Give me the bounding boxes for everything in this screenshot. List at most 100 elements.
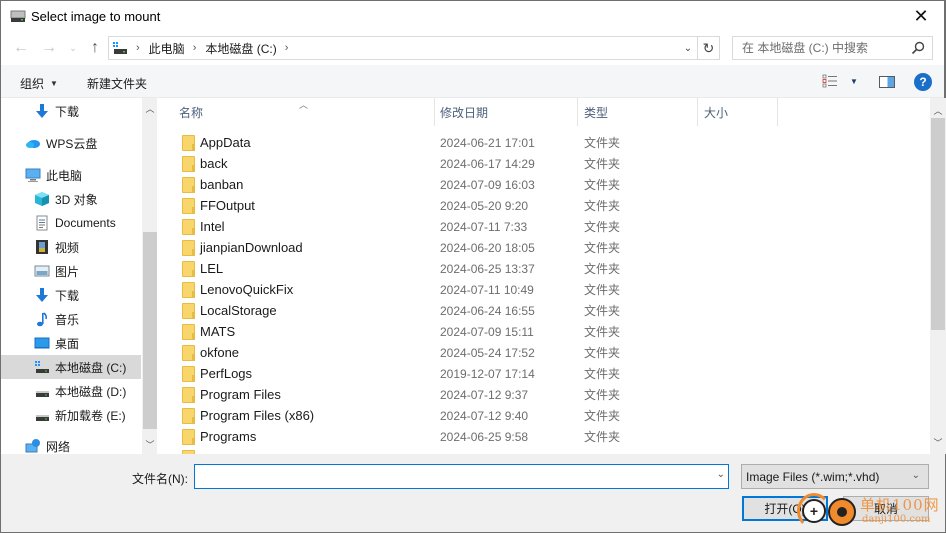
preview-pane-button[interactable] (879, 76, 895, 88)
close-button[interactable]: ✕ (898, 1, 944, 32)
column-divider[interactable] (434, 98, 435, 126)
new-folder-button[interactable]: 新建文件夹 (87, 75, 147, 92)
cancel-button[interactable]: 取消 (843, 496, 929, 521)
file-row[interactable]: PerfLogs 2019-12-07 17:14 文件夹 (161, 363, 931, 384)
sidebar-item[interactable]: 音乐 (1, 307, 141, 331)
drive-icon (34, 407, 50, 423)
sidebar-item[interactable]: 本地磁盘 (D:) (1, 379, 141, 403)
sidebar-item[interactable]: 3D 对象 (1, 187, 141, 211)
file-row[interactable]: okfone 2024-05-24 17:52 文件夹 (161, 342, 931, 363)
sidebar-item[interactable]: 桌面 (1, 331, 141, 355)
folder-icon (182, 408, 195, 424)
sidebar-item[interactable]: 新加载卷 (E:) (1, 403, 141, 427)
navigation-bar: ← → ⌄ ↑ › 此电脑 › 本地磁盘 (C:) › ⌄ ↻ (1, 32, 944, 65)
column-header-name[interactable]: 名称 (179, 98, 433, 126)
scrollbar-thumb[interactable] (931, 118, 945, 330)
column-header-type[interactable]: 类型 (584, 98, 697, 126)
address-bar[interactable]: › 此电脑 › 本地磁盘 (C:) › ⌄ (108, 36, 698, 60)
organize-menu-button[interactable]: 组织 ▼ (20, 75, 58, 92)
help-button[interactable]: ? (914, 73, 932, 91)
file-name: back (200, 156, 228, 171)
system-drive-icon (113, 42, 127, 54)
column-divider[interactable] (577, 98, 578, 126)
sidebar-item[interactable]: WPS云盘 (1, 131, 141, 155)
file-row[interactable]: FFOutput 2024-05-20 9:20 文件夹 (161, 195, 931, 216)
search-box[interactable] (732, 36, 933, 60)
file-type: 文件夹 (584, 178, 621, 192)
sidebar-item[interactable]: 视频 (1, 235, 141, 259)
sidebar-item[interactable]: 本地磁盘 (C:) (1, 355, 141, 379)
open-button[interactable]: 打开(O) (742, 496, 828, 521)
recent-locations-button[interactable]: ⌄ (67, 38, 79, 58)
sidebar-item[interactable]: 网络 (1, 434, 141, 454)
column-header-size[interactable]: 大小 (704, 98, 777, 126)
sidebar-item[interactable]: 下载 (1, 283, 141, 307)
sidebar-item[interactable]: 此电脑 (1, 163, 141, 187)
organize-label: 组织 (20, 77, 45, 91)
file-date: 2024-06-20 18:05 (440, 240, 535, 255)
chevron-down-icon[interactable]: ⌄ (717, 469, 725, 480)
file-type-filter-value: Image Files (*.wim;*.vhd) (746, 469, 880, 484)
file-type-filter-select[interactable]: Image Files (*.wim;*.vhd) ⌄ (741, 464, 929, 489)
file-row[interactable]: Program Files 2024-07-12 9:37 文件夹 (161, 384, 931, 405)
file-date: 2024-05-24 17:52 (440, 345, 535, 360)
folder-icon (182, 177, 195, 193)
breadcrumb-separator-icon[interactable]: › (193, 42, 197, 54)
sidebar-item[interactable]: 图片 (1, 259, 141, 283)
column-divider[interactable] (697, 98, 698, 126)
file-row[interactable]: banban 2024-07-09 16:03 文件夹 (161, 174, 931, 195)
column-header-size-label: 大小 (704, 105, 729, 120)
scrollbar-thumb[interactable] (143, 232, 157, 429)
file-open-dialog: Select image to mount ✕ ← → ⌄ ↑ › 此电脑 › … (0, 0, 946, 533)
file-row[interactable]: LEL 2024-06-25 13:37 文件夹 (161, 258, 931, 279)
file-row[interactable]: Program Files (x86) 2024-07-12 9:40 文件夹 (161, 405, 931, 426)
file-list-scrollbar[interactable]: ︿ ﹀ (930, 98, 946, 454)
scroll-up-icon[interactable]: ︿ (930, 102, 946, 118)
sidebar-item[interactable]: Documents (1, 211, 141, 235)
file-name: LEL (200, 261, 224, 276)
file-row[interactable]: MATS 2024-07-09 15:11 文件夹 (161, 321, 931, 342)
sidebar-item-label: 本地磁盘 (D:) (55, 384, 127, 399)
folder-icon (182, 303, 195, 319)
column-header-date[interactable]: 修改日期 (440, 98, 578, 126)
chevron-down-icon: ⌄ (683, 42, 693, 54)
sidebar-item-label: 图片 (55, 264, 80, 279)
refresh-button[interactable]: ↻ (698, 36, 720, 60)
address-history-dropdown[interactable]: ⌄ (679, 37, 697, 59)
column-divider[interactable] (777, 98, 778, 126)
breadcrumb-separator-icon[interactable]: › (136, 42, 140, 54)
file-row[interactable]: back 2024-06-17 14:29 文件夹 (161, 153, 931, 174)
back-button[interactable]: ← (11, 38, 31, 58)
up-button[interactable]: ↑ (86, 38, 104, 58)
column-header-date-label: 修改日期 (440, 105, 489, 120)
change-view-button[interactable]: ▼ (822, 74, 858, 88)
file-row-partial[interactable] (161, 447, 931, 454)
file-type: 文件夹 (584, 325, 621, 339)
forward-button[interactable]: → (39, 38, 59, 58)
caret-down-icon[interactable]: ▼ (850, 77, 858, 86)
search-input[interactable] (733, 41, 903, 55)
file-row[interactable]: AppData 2024-06-21 17:01 文件夹 (161, 132, 931, 153)
navigation-pane-scrollbar[interactable]: ︿ ﹀ (142, 98, 157, 454)
file-row[interactable]: LenovoQuickFix 2024-07-11 10:49 文件夹 (161, 279, 931, 300)
file-row[interactable]: Programs 2024-06-25 9:58 文件夹 (161, 426, 931, 447)
scroll-up-icon[interactable]: ︿ (142, 100, 157, 116)
breadcrumb-separator-icon[interactable]: › (285, 42, 289, 54)
scroll-down-icon[interactable]: ﹀ (930, 434, 946, 450)
file-row[interactable]: Intel 2024-07-11 7:33 文件夹 (161, 216, 931, 237)
folder-icon (182, 387, 195, 403)
folder-icon (182, 261, 195, 277)
search-icon[interactable] (911, 41, 925, 55)
sidebar-item[interactable]: 下载 (1, 99, 141, 123)
file-row[interactable]: jianpianDownload 2024-06-20 18:05 文件夹 (161, 237, 931, 258)
file-row[interactable]: LocalStorage 2024-06-24 16:55 文件夹 (161, 300, 931, 321)
folder-icon (182, 429, 195, 445)
filename-input[interactable] (195, 465, 705, 488)
breadcrumb-this-pc[interactable]: 此电脑 (149, 40, 185, 57)
file-name: okfone (200, 345, 240, 360)
help-icon: ? (919, 75, 927, 89)
file-date: 2024-07-11 10:49 (440, 282, 534, 297)
breadcrumb-local-disk-c[interactable]: 本地磁盘 (C:) (205, 40, 276, 57)
scroll-down-icon[interactable]: ﹀ (142, 436, 157, 452)
filename-combobox[interactable]: ⌄ (194, 464, 729, 489)
